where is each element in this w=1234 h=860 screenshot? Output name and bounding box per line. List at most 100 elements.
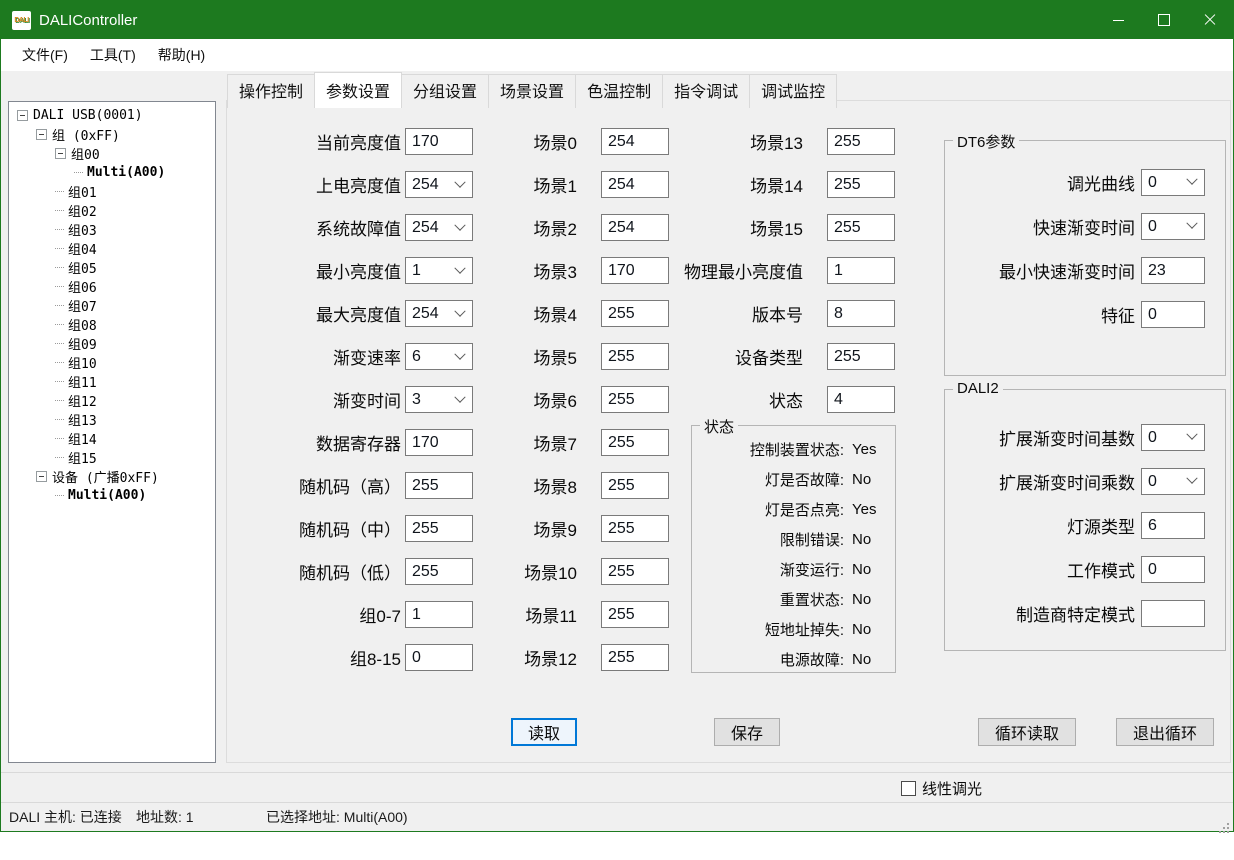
field-input[interactable]: 255: [405, 558, 473, 585]
field-label: 场景8: [481, 473, 577, 498]
field-value: 23: [1142, 258, 1166, 283]
field-input[interactable]: 0: [1141, 556, 1205, 583]
tree-item[interactable]: DALI USB(0001): [9, 106, 215, 125]
tree-connector: [55, 381, 64, 382]
param-field-row: 场景14 255: [656, 163, 895, 206]
tab[interactable]: 色温控制: [575, 74, 663, 108]
tree-item[interactable]: 组13: [9, 410, 215, 429]
tree-item[interactable]: 组07: [9, 296, 215, 315]
field-input[interactable]: 170: [405, 128, 473, 155]
field-value: 255: [828, 129, 861, 154]
tree-item[interactable]: 组00: [9, 144, 215, 163]
field-input[interactable]: 0: [1141, 301, 1205, 328]
close-button[interactable]: [1187, 1, 1233, 39]
field-input[interactable]: 255: [601, 644, 669, 671]
tree-item[interactable]: 组 (0xFF): [9, 125, 215, 144]
tree-item[interactable]: 组11: [9, 372, 215, 391]
tree-expander-icon[interactable]: [36, 129, 47, 140]
tree-item[interactable]: 组14: [9, 429, 215, 448]
action-button[interactable]: 循环读取: [978, 718, 1076, 746]
field-input[interactable]: 254: [405, 214, 473, 241]
tab[interactable]: 操作控制: [227, 74, 315, 108]
field-input[interactable]: 255: [827, 214, 895, 241]
field-input[interactable]: 255: [827, 171, 895, 198]
field-input[interactable]: 255: [601, 515, 669, 542]
tree-item[interactable]: 组09: [9, 334, 215, 353]
field-input[interactable]: 255: [827, 343, 895, 370]
field-label: 场景0: [481, 129, 577, 154]
tree-item[interactable]: 组03: [9, 220, 215, 239]
field-input[interactable]: 255: [601, 429, 669, 456]
field-label: 场景14: [656, 172, 803, 197]
field-label: 随机码（高）: [229, 473, 401, 498]
tree-item[interactable]: Multi(A00): [9, 486, 215, 505]
param-field-row: 随机码（高） 255: [229, 464, 473, 507]
tab[interactable]: 指令调试: [662, 74, 750, 108]
action-button[interactable]: 退出循环: [1116, 718, 1214, 746]
field-input[interactable]: 1: [405, 601, 473, 628]
field-input[interactable]: 0: [405, 644, 473, 671]
tree-item[interactable]: 组15: [9, 448, 215, 467]
field-input[interactable]: 255: [601, 472, 669, 499]
minimize-button[interactable]: [1095, 1, 1141, 39]
field-input[interactable]: 1: [827, 257, 895, 284]
field-input[interactable]: 255: [405, 515, 473, 542]
tab[interactable]: 参数设置: [314, 72, 402, 108]
status-row: 短地址掉失: No: [692, 614, 895, 644]
tree-item[interactable]: 组08: [9, 315, 215, 334]
tree-expander-icon[interactable]: [17, 110, 28, 121]
field-input[interactable]: 170: [405, 429, 473, 456]
param-field-row: 调光曲线 0: [945, 160, 1225, 204]
field-value: 0: [1142, 214, 1157, 239]
menu-item[interactable]: 文件(F): [11, 39, 79, 71]
tree-item-label: 组11: [68, 372, 97, 391]
param-field-row: 最小快速渐变时间 23: [945, 248, 1225, 292]
field-input[interactable]: 3: [405, 386, 473, 413]
field-label: 当前亮度值: [229, 129, 401, 154]
resize-grip-icon[interactable]: [1219, 823, 1221, 825]
field-input[interactable]: 1: [405, 257, 473, 284]
tree-item[interactable]: 组04: [9, 239, 215, 258]
menu-item[interactable]: 工具(T): [79, 39, 147, 71]
action-button[interactable]: 保存: [714, 718, 780, 746]
param-field-row: 最小亮度值 1: [229, 249, 473, 292]
tree-item[interactable]: 组02: [9, 201, 215, 220]
action-button[interactable]: 读取: [511, 718, 577, 746]
tree-item[interactable]: 组12: [9, 391, 215, 410]
tab[interactable]: 分组设置: [401, 74, 489, 108]
tree-item[interactable]: 设备 (广播0xFF): [9, 467, 215, 486]
field-input[interactable]: 0: [1141, 468, 1205, 495]
field-input[interactable]: 255: [827, 128, 895, 155]
tree-item[interactable]: Multi(A00): [9, 163, 215, 182]
field-input[interactable]: 254: [405, 171, 473, 198]
tree-item[interactable]: 组01: [9, 182, 215, 201]
checkbox[interactable]: [901, 781, 916, 796]
field-input[interactable]: 4: [827, 386, 895, 413]
field-input[interactable]: 23: [1141, 257, 1205, 284]
tree-item[interactable]: 组06: [9, 277, 215, 296]
tab[interactable]: 场景设置: [488, 74, 576, 108]
menu-item[interactable]: 帮助(H): [147, 39, 216, 71]
field-input[interactable]: 0: [1141, 213, 1205, 240]
tab[interactable]: 调试监控: [749, 74, 837, 108]
tree-expander-icon[interactable]: [36, 471, 47, 482]
field-input[interactable]: 8: [827, 300, 895, 327]
tree-item[interactable]: 组10: [9, 353, 215, 372]
field-input[interactable]: 255: [601, 601, 669, 628]
tree-item[interactable]: 组05: [9, 258, 215, 277]
field-input[interactable]: 6: [405, 343, 473, 370]
field-input[interactable]: 0: [1141, 169, 1205, 196]
field-value: 255: [602, 559, 635, 584]
field-input[interactable]: 255: [601, 558, 669, 585]
close-icon: [1204, 14, 1216, 26]
field-label: 数据寄存器: [229, 430, 401, 455]
field-input[interactable]: 254: [405, 300, 473, 327]
field-input[interactable]: 255: [405, 472, 473, 499]
field-input[interactable]: [1141, 600, 1205, 627]
maximize-button[interactable]: [1141, 1, 1187, 39]
param-field-row: 物理最小亮度值 1: [656, 249, 895, 292]
field-input[interactable]: 0: [1141, 424, 1205, 451]
tree-expander-icon[interactable]: [55, 148, 66, 159]
tree-item-label: 组06: [68, 277, 97, 296]
field-input[interactable]: 6: [1141, 512, 1205, 539]
